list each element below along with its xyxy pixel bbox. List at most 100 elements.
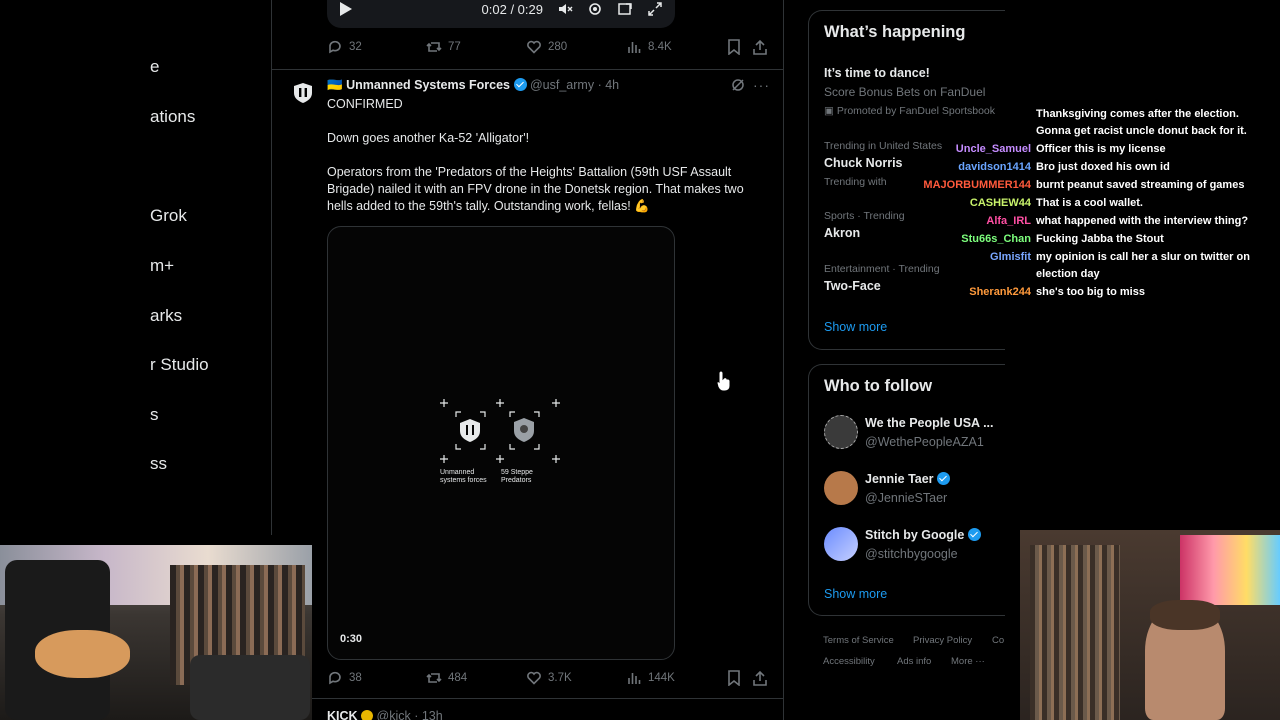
mute-icon[interactable] xyxy=(557,1,573,17)
follow-handle: @JennieSTaer xyxy=(865,491,948,505)
nav-item-1[interactable]: e xyxy=(150,57,159,77)
views-button[interactable]: 144K xyxy=(626,670,675,686)
footer-link[interactable]: Privacy Policy xyxy=(913,635,972,646)
post-text-body: Operators from the 'Predators of the Hei… xyxy=(327,165,744,213)
logo-frame-icon xyxy=(440,399,560,463)
avatar[interactable] xyxy=(824,527,858,561)
chat-text: That is a cool wallet. xyxy=(1036,197,1143,209)
footer-link[interactable]: Accessibility xyxy=(823,656,875,667)
whats-happening-title: What’s happening xyxy=(824,23,966,41)
logo-right-text: 59 Steppe Predators xyxy=(501,469,533,484)
footer-link[interactable]: Terms of Service xyxy=(823,635,894,646)
promoted-icon: ▣ xyxy=(824,105,837,117)
reply-button[interactable]: 38 xyxy=(327,670,362,686)
flag-icon: 🇺🇦 xyxy=(327,78,343,92)
video-time: 0:02 / 0:29 xyxy=(481,1,543,17)
chat-username: Alfa_IRL xyxy=(986,215,1031,227)
repost-icon xyxy=(426,42,442,52)
author-avatar[interactable] xyxy=(292,82,314,104)
follow-handle: @stitchbygoogle xyxy=(865,547,958,561)
grok-icon[interactable] xyxy=(731,78,745,92)
left-navigation: e ations Grok m+ arks r Studio s ss xyxy=(150,0,272,535)
author-name[interactable]: Unmanned Systems Forces xyxy=(346,78,510,92)
play-icon[interactable] xyxy=(339,1,353,17)
nav-item-creator-studio[interactable]: r Studio xyxy=(150,355,209,375)
views-icon xyxy=(628,42,641,53)
show-more-follow-link[interactable]: Show more xyxy=(824,587,887,601)
trend-name[interactable]: Two-Face xyxy=(824,279,881,293)
footer-link[interactable]: Ads info xyxy=(897,656,931,667)
video-duration: 0:30 xyxy=(340,633,363,645)
footer-link[interactable]: Co xyxy=(992,635,1004,646)
more-options-icon[interactable]: ··· xyxy=(753,77,770,93)
heart-icon xyxy=(527,40,541,54)
settings-icon[interactable] xyxy=(587,1,603,17)
webcam-toys xyxy=(1180,535,1280,605)
who-to-follow-title: Who to follow xyxy=(824,377,933,395)
post-header: 🇺🇦 Unmanned Systems Forces @usf_army · 4… xyxy=(327,78,619,93)
chat-text: what happened with the interview thing? xyxy=(1036,215,1249,227)
repost-button[interactable]: 484 xyxy=(426,670,467,686)
share-icon[interactable] xyxy=(753,670,767,686)
nav-item-bookmarks[interactable]: arks xyxy=(150,306,182,326)
chat-username: Stu66s_Chan xyxy=(961,233,1031,245)
divider xyxy=(272,698,783,699)
stream-chat-overlay: Thanksgiving comes after the election. G… xyxy=(923,100,1280,530)
follow-name[interactable]: Stitch by Google xyxy=(865,528,981,542)
webcam-bookshelf xyxy=(1030,545,1120,720)
video-logo: Unmanned systems forces 59 Steppe Predat… xyxy=(438,397,568,497)
footer-link[interactable]: More ··· xyxy=(951,656,985,667)
usf-shield-icon xyxy=(294,83,312,103)
follow-name-text: Jennie Taer xyxy=(865,472,934,486)
bookmark-icon[interactable] xyxy=(727,670,741,686)
next-post-header: KICK @kick · 13h xyxy=(327,709,443,720)
follow-name[interactable]: We the People USA ... xyxy=(865,416,994,430)
verified-badge-icon xyxy=(967,528,981,541)
avatar[interactable] xyxy=(824,415,858,449)
repost-button[interactable]: 77 xyxy=(426,39,461,55)
reply-button[interactable]: 32 xyxy=(327,39,362,55)
nav-item-notifications[interactable]: ations xyxy=(150,107,195,127)
promo-title[interactable]: It’s time to dance! xyxy=(824,66,930,80)
nav-item-8[interactable]: ss xyxy=(150,454,167,474)
hand-cursor-icon xyxy=(716,370,731,392)
like-button[interactable]: 3.7K xyxy=(526,670,572,686)
chat-text: Thanksgiving comes after the election. G… xyxy=(1036,108,1247,137)
trend-meta: Sports · Trending xyxy=(824,210,905,222)
repost-count: 484 xyxy=(448,672,468,684)
post-time[interactable]: · 4h xyxy=(598,78,620,92)
bookmark-icon[interactable] xyxy=(727,39,741,55)
nav-item-7[interactable]: s xyxy=(150,405,159,425)
next-author-handle[interactable]: @kick · 13h xyxy=(377,709,443,720)
promo-meta: ▣ Promoted by FanDuel Sportsbook xyxy=(824,105,995,117)
nav-item-grok[interactable]: Grok xyxy=(150,206,187,226)
chat-text: Bro just doxed his own id xyxy=(1036,161,1170,173)
webcam-robot xyxy=(190,655,310,720)
post-video[interactable]: Unmanned systems forces 59 Steppe Predat… xyxy=(327,226,675,660)
author-handle[interactable]: @usf_army xyxy=(530,78,594,92)
nav-item-premium[interactable]: m+ xyxy=(150,256,174,276)
next-author-name[interactable]: KICK xyxy=(327,709,358,720)
views-button[interactable]: 8.4K xyxy=(626,39,672,55)
trend-meta: Trending in United States xyxy=(824,140,943,152)
trend-name[interactable]: Akron xyxy=(824,226,860,240)
timeline-feed: 0:02 / 0:29 32 77 280 8.4K 🇺🇦 Unmanned S… xyxy=(272,0,784,720)
share-icon[interactable] xyxy=(753,39,767,55)
fullscreen-icon[interactable] xyxy=(647,1,663,17)
chat-username: CASHEW44 xyxy=(969,197,1031,209)
chat-text: Fucking Jabba the Stout xyxy=(1036,233,1164,245)
trend-meta: Entertainment · Trending xyxy=(824,263,940,275)
view-count: 8.4K xyxy=(648,41,672,53)
views-icon xyxy=(628,673,641,684)
trend-name[interactable]: Chuck Norris xyxy=(824,156,903,170)
like-button[interactable]: 280 xyxy=(526,39,567,55)
avatar[interactable] xyxy=(824,471,858,505)
webcam-left xyxy=(0,545,312,720)
repost-count: 77 xyxy=(448,41,461,53)
promo-meta-text: Promoted by FanDuel Sportsbook xyxy=(836,105,996,117)
popout-icon[interactable] xyxy=(617,1,633,17)
show-more-trends-link[interactable]: Show more xyxy=(824,320,887,334)
divider xyxy=(272,69,783,70)
follow-name[interactable]: Jennie Taer xyxy=(865,472,951,486)
webcam-cat xyxy=(35,630,130,678)
